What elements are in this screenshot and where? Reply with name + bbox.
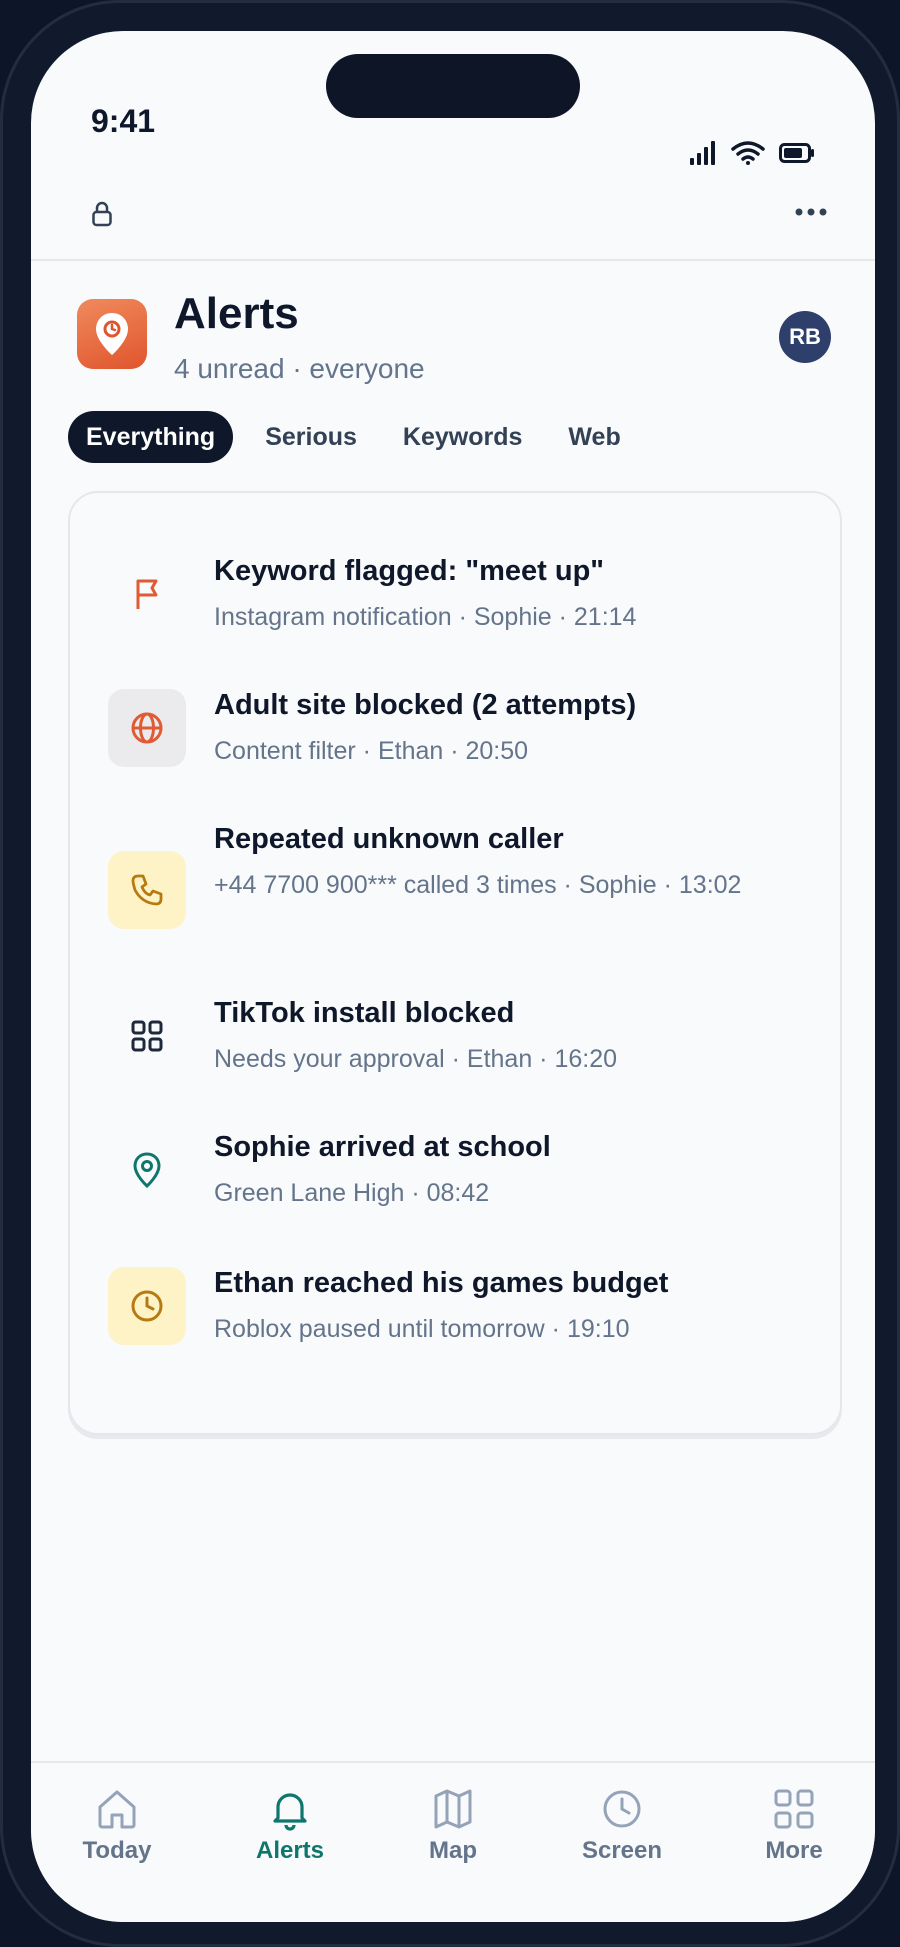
alert-title: Keyword flagged: "meet up" [214,555,605,587]
alert-text: Repeated unknown caller +44 7700 900*** … [214,819,800,903]
alert-text: Adult site blocked (2 attempts) Content … [214,685,800,769]
home-icon [98,1790,136,1829]
alert-icon-wrap [108,1267,186,1345]
top-bar [31,171,875,261]
alert-meta: Needs your approval · Ethan · 16:20 [214,1045,618,1073]
alerts-card: Keyword flagged: "meet up" Instagram not… [68,491,842,1435]
nav-label: Today [82,1837,152,1864]
clock-icon [131,1290,163,1322]
nav-label: Alerts [255,1837,325,1864]
alert-meta: Green Lane High · 08:42 [214,1179,490,1207]
status-icons [689,141,815,165]
bottom-nav: Today Alerts Map Screen More [31,1761,875,1922]
alert-icon-wrap [108,997,186,1075]
dynamic-island [326,54,580,118]
alert-text: Sophie arrived at school Green Lane High… [214,1127,800,1211]
alert-title: Repeated unknown caller [214,823,564,855]
grid-icon [774,1789,814,1829]
filter-tab-everything[interactable]: Everything [68,411,234,463]
alert-text: Ethan reached his games budget Roblox pa… [214,1263,800,1347]
alert-meta: Content filter · Ethan · 20:50 [214,737,529,765]
alert-title: Sophie arrived at school [214,1131,551,1163]
nav-label: Screen [581,1837,663,1864]
filter-tab-keywords[interactable]: Keywords [385,411,540,463]
avatar[interactable]: RB [779,311,831,363]
signal-icon [690,141,715,165]
page-subtitle: 4 unread · everyone [174,353,425,384]
map-icon [434,1789,472,1829]
nav-item-more[interactable]: More [724,1787,864,1865]
alert-title: TikTok install blocked [214,997,515,1029]
filter-tabs: Everything Serious Keywords Web [68,411,639,463]
status-time: 9:41 [91,103,156,139]
nav-item-map[interactable]: Map [383,1787,523,1865]
alert-icon-wrap [108,555,186,633]
bell-icon [273,1793,307,1831]
lock-icon[interactable] [91,201,113,227]
alert-title: Ethan reached his games budget [214,1267,669,1299]
filter-tab-web[interactable]: Web [550,411,638,463]
status-bar: 9:41 [31,31,875,171]
alert-text: TikTok install blocked Needs your approv… [214,993,800,1077]
alert-meta: Instagram notification · Sophie · 21:14 [214,603,637,631]
map-pin-icon [133,1152,161,1188]
apps-grid-icon [131,1020,163,1052]
app-logo [77,299,147,369]
location-pin-icon [96,313,128,355]
clock-icon [603,1790,641,1828]
alert-icon-wrap [108,689,186,767]
wifi-icon [731,141,765,165]
nav-item-alerts[interactable]: Alerts [220,1787,360,1865]
alert-icon-wrap [108,1131,186,1209]
alert-meta: +44 7700 900*** called 3 times · Sophie … [214,871,742,899]
globe-icon [131,712,163,744]
alert-title: Adult site blocked (2 attempts) [214,689,637,721]
nav-item-today[interactable]: Today [47,1787,187,1865]
filter-tab-serious[interactable]: Serious [247,411,375,463]
more-options-icon[interactable] [795,207,827,217]
phone-screen: 9:41 Alerts 4 unread · everyone RB Every… [31,31,875,1922]
phone-icon [131,874,163,906]
nav-item-screen[interactable]: Screen [552,1787,692,1865]
alert-icon-wrap [108,851,186,929]
flag-icon [136,579,158,609]
alert-text: Keyword flagged: "meet up" Instagram not… [214,551,800,635]
battery-icon [779,143,814,163]
phone-frame: 9:41 Alerts 4 unread · everyone RB Every… [0,0,900,1947]
page-title: Alerts [174,289,299,338]
nav-label: More [765,1837,823,1864]
alert-meta: Roblox paused until tomorrow · 19:10 [214,1315,630,1343]
nav-label: Map [429,1837,477,1864]
